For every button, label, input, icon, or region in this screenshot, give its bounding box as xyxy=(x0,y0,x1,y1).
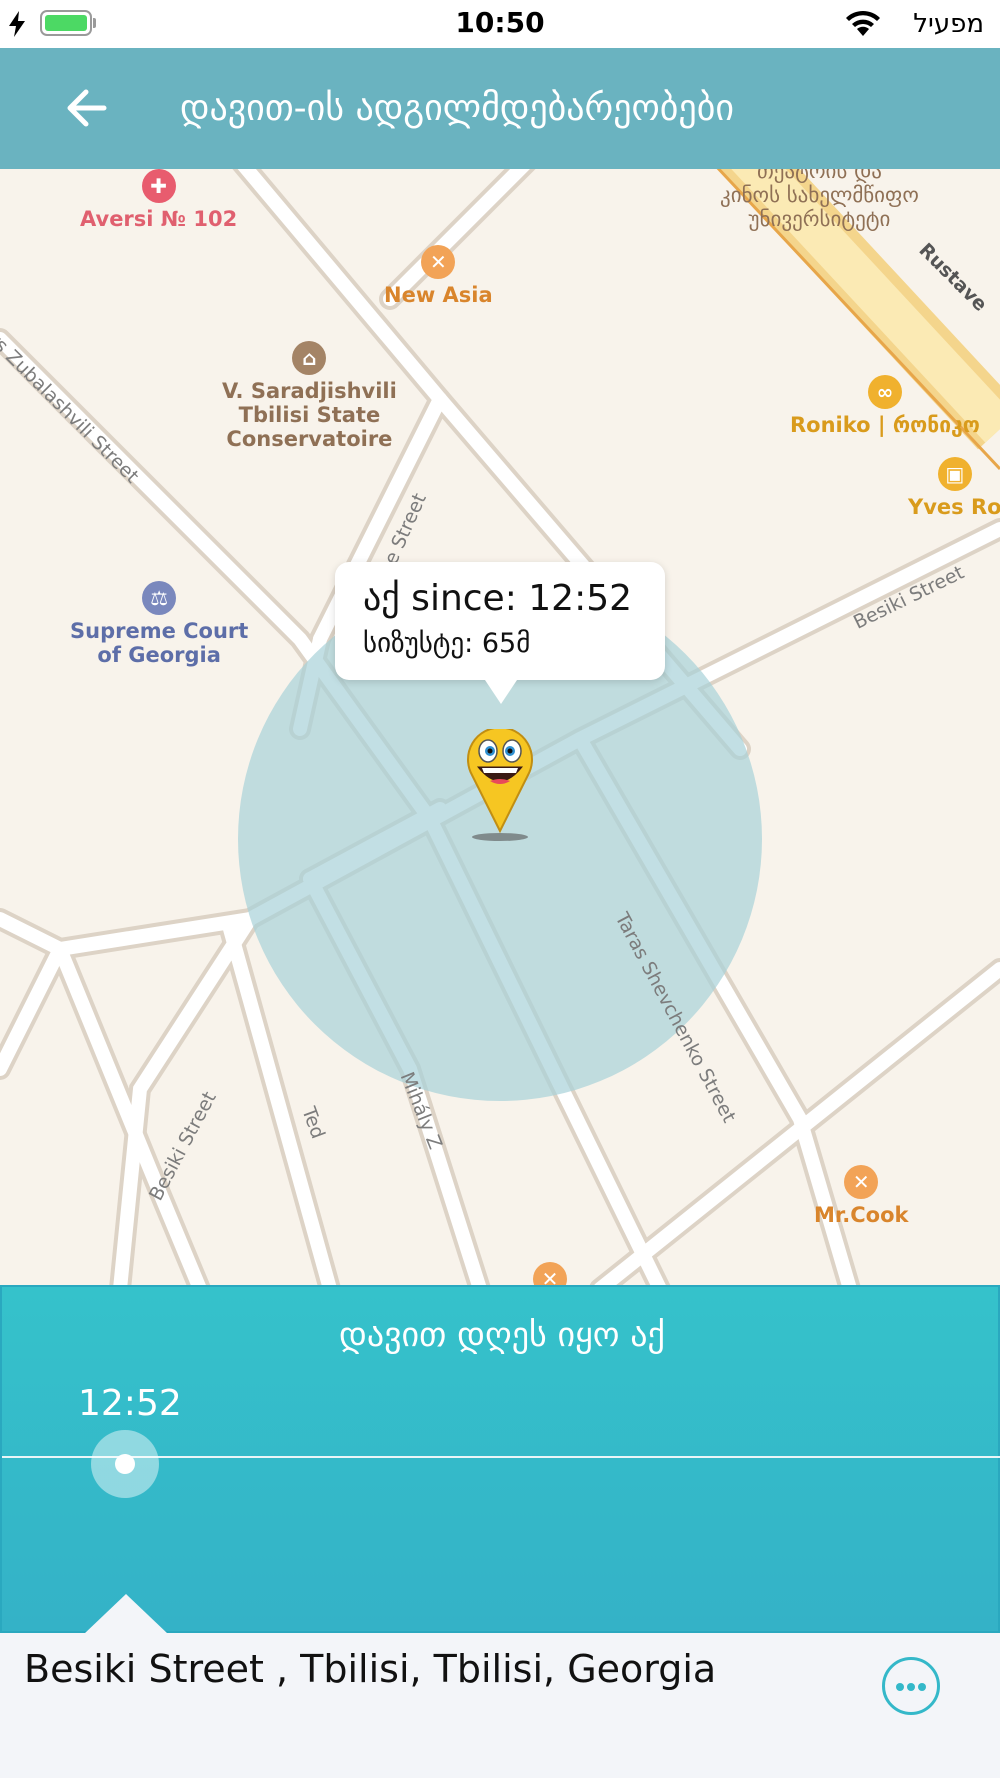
restaurant-icon: ✕ xyxy=(533,1262,567,1285)
timeline-slider-handle[interactable] xyxy=(91,1430,159,1498)
callout-accuracy: სიზუსტე: 65მ xyxy=(363,628,531,659)
education-icon: ⌂ xyxy=(292,341,327,375)
court-icon: ⚖ xyxy=(142,581,177,615)
shopping-icon: ▣ xyxy=(937,457,972,491)
status-bar: 10:50 מפעיל xyxy=(0,0,1000,48)
poi-yves-ro[interactable]: ▣ Yves Ro xyxy=(908,457,1000,519)
address-bar: Besiki Street , Tbilisi, Tbilisi, Georgi… xyxy=(0,1633,1000,1778)
poi-nikol[interactable]: ✕ xyxy=(533,1262,567,1285)
restaurant-icon: ✕ xyxy=(844,1165,879,1199)
timeline-heading: დავით დღეს იყო აქ xyxy=(339,1315,665,1355)
panel-pointer xyxy=(84,1594,168,1634)
poi-supreme-court[interactable]: ⚖ Supreme Court of Georgia xyxy=(70,581,248,667)
location-callout[interactable]: აქ since: 12:52 სიზუსტე: 65მ xyxy=(335,562,665,704)
carrier-label: מפעיל xyxy=(913,9,984,39)
poi-conservatoire[interactable]: ⌂ V. Saradjishvili Tbilisi State Conserv… xyxy=(222,341,397,451)
callout-title: აქ since: 12:52 xyxy=(363,578,633,619)
wifi-icon xyxy=(846,10,880,36)
back-button[interactable] xyxy=(60,78,120,138)
page-title: დავით-ის ადგილმდებარეობები xyxy=(180,88,734,129)
app-header: დავით-ის ადგილმდებარეობები xyxy=(0,48,1000,169)
more-button[interactable] xyxy=(882,1657,940,1715)
restaurant-icon: ✕ xyxy=(421,245,456,279)
arrow-left-icon xyxy=(67,89,107,127)
map-view[interactable]: ✚ Aversi № 102 ✕ New Asia ⌂ V. Saradjish… xyxy=(0,169,1000,1285)
glasses-icon: ∞ xyxy=(867,375,902,409)
poi-aversi[interactable]: ✚ Aversi № 102 xyxy=(80,169,237,231)
timeline-panel: დავით დღეს იყო აქ 12:52 xyxy=(0,1285,1000,1633)
pharmacy-icon: ✚ xyxy=(141,169,176,203)
poi-roniko[interactable]: ∞ Roniko | რონიკო xyxy=(790,375,980,437)
poi-new-asia[interactable]: ✕ New Asia xyxy=(384,245,493,307)
address-text: Besiki Street , Tbilisi, Tbilisi, Georgi… xyxy=(24,1647,717,1691)
poi-mr-cook[interactable]: ✕ Mr.Cook xyxy=(814,1165,908,1227)
map-roads xyxy=(0,169,1000,1285)
poi-theatre-university[interactable]: თეატრის და კინოს სახელმწიფო უნივერსიტეტი xyxy=(720,169,919,231)
smiley-pin-icon[interactable] xyxy=(466,729,534,841)
timeline-time: 12:52 xyxy=(78,1383,182,1424)
